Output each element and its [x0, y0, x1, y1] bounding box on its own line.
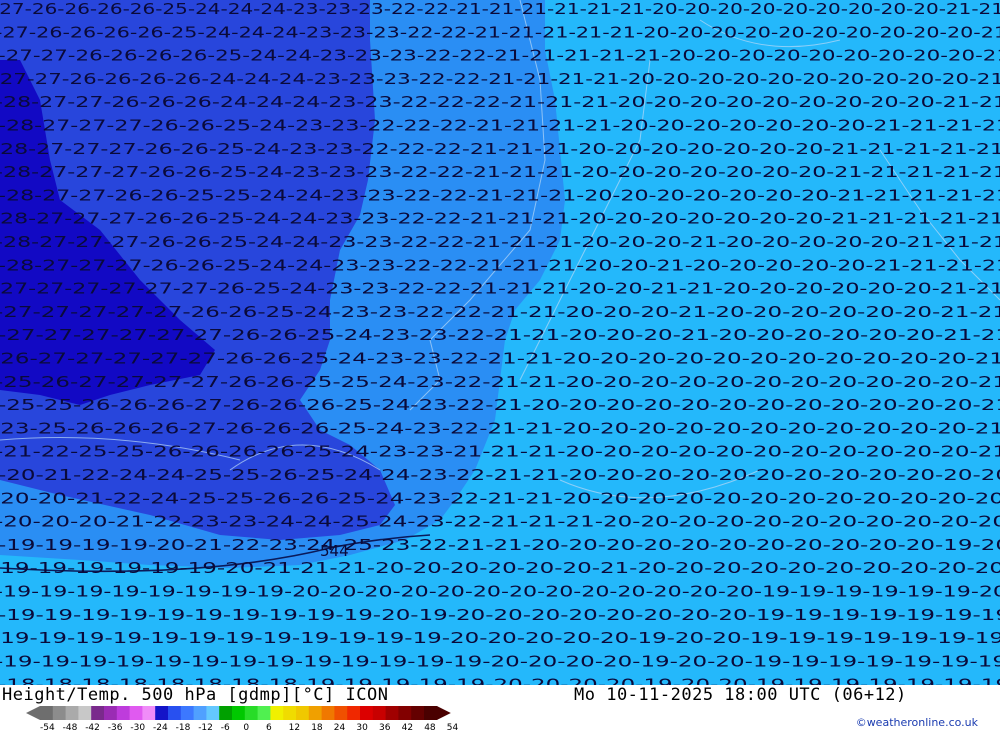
legend-swatch — [193, 706, 207, 720]
legend-tick-label: 18 — [311, 723, 323, 733]
temperature-label-row: -28-27-27-27-26-26-25-24-24-23-23-22-22-… — [0, 233, 1000, 251]
legend-swatch — [308, 706, 323, 720]
temperature-label-row: -27-27-27-27-27-27-26-25-24-23-23-22-22-… — [0, 280, 1000, 298]
legend-tick-label: 48 — [424, 723, 436, 733]
legend-swatch — [244, 706, 259, 720]
temperature-label-row: -28-27-27-27-26-26-25-24-23-23-22-22-22-… — [0, 117, 1000, 135]
legend-tick-label: -30 — [130, 723, 146, 733]
temperature-label-row: -19-19-19-19-19-19-20-21-21-21-20-20-20-… — [0, 559, 1000, 577]
temperature-label-row: -20-21-22-24-24-25-25-26-25-24-24-23-22-… — [0, 466, 1000, 484]
temperature-label-row: -19-19-19-19-19-19-19-19-20-20-20-20-20-… — [0, 583, 1000, 601]
color-legend — [26, 706, 451, 720]
temperature-label-row: -25-25-26-26-26-27-26-26-26-25-24-23-22-… — [0, 396, 1000, 414]
map-timestamp: Mo 10-11-2025 18:00 UTC (06+12) — [574, 685, 907, 705]
temperature-labels: -27-26-26-26-26-25-24-24-24-23-23-23-22-… — [0, 0, 1000, 685]
temperature-label-row: -20-20-21-22-24-25-25-26-26-25-24-23-22-… — [0, 489, 1000, 507]
temperature-label-row: -19-19-19-19-19-19-19-19-19-19-19-19-20-… — [0, 629, 1000, 647]
temperature-label-row: -27-26-26-26-26-25-24-24-24-23-23-23-22-… — [0, 0, 1000, 18]
legend-swatch — [78, 706, 92, 720]
legend-tick-label: -24 — [153, 723, 168, 733]
map-title: Height/Temp. 500 hPa [gdmp][°C] ICON — [2, 685, 389, 705]
temperature-label-row: -20-20-20-21-22-23-23-24-24-25-24-23-22-… — [0, 513, 1000, 531]
temperature-label-row: -27-27-27-27-27-27-26-26-25-24-23-23-22-… — [0, 326, 1000, 344]
temperature-label-row: -28-27-27-26-26-25-25-24-24-23-23-22-22-… — [0, 186, 1000, 204]
temperature-label-row: -19-19-19-19-20-21-22-23-24-25-23-22-21-… — [0, 536, 1000, 554]
legend-swatch — [232, 706, 246, 720]
legend-tick-label: -48 — [62, 723, 78, 733]
legend-swatch — [296, 706, 310, 720]
legend-swatch — [347, 706, 361, 720]
legend-swatch — [398, 706, 412, 720]
legend-swatch — [334, 706, 348, 720]
legend-swatch — [168, 706, 182, 720]
legend-tick-label: -42 — [85, 723, 100, 733]
legend-tick-label: 0 — [243, 723, 250, 733]
legend-swatch — [424, 706, 438, 720]
legend-tick-label: -18 — [175, 723, 191, 733]
temperature-label-row: -28-27-27-27-26-26-25-24-23-23-23-22-22-… — [0, 163, 1000, 181]
legend-swatch — [180, 706, 195, 720]
legend-swatch — [104, 706, 118, 720]
temperature-label-row: -27-27-27-27-27-26-26-25-24-23-23-22-22-… — [0, 303, 1000, 321]
legend-swatch — [155, 706, 169, 720]
legend-swatch — [257, 706, 271, 720]
legend-swatch — [91, 706, 105, 720]
legend-tick-label: 30 — [356, 723, 368, 733]
legend-swatch — [116, 706, 131, 720]
temperature-label-row: -23-25-26-26-26-27-26-26-26-25-24-23-22-… — [0, 419, 1000, 437]
legend-swatch — [270, 706, 284, 720]
legend-swatch — [52, 706, 67, 720]
temperature-label-row: -27-26-26-26-26-25-24-24-24-23-23-23-22-… — [0, 23, 1000, 41]
legend-tick-label: 12 — [288, 723, 301, 733]
temperature-label-row: -27-27-26-26-26-26-24-24-24-23-23-23-22-… — [0, 70, 1000, 88]
temperature-label-row: -19-19-19-19-19-19-19-19-19-19-19-19-19-… — [0, 652, 1000, 670]
credit-link[interactable]: ©weatheronline.co.uk — [856, 716, 978, 729]
legend-swatch — [321, 706, 335, 720]
legend-tick-label: 54 — [446, 723, 459, 733]
legend-swatch — [411, 706, 425, 720]
legend-tick-label: 6 — [266, 723, 272, 733]
temperature-label-row: -26-27-27-27-27-27-26-26-25-24-23-23-22-… — [0, 350, 1000, 368]
temperature-label-row: -28-27-27-27-26-26-25-24-24-23-23-22-22-… — [0, 210, 1000, 228]
temperature-label-row: -19-19-19-19-19-19-19-19-19-19-20-19-20-… — [0, 606, 1000, 624]
legend-swatch — [372, 706, 387, 720]
legend-swatch — [206, 706, 220, 720]
legend-tick-label: -36 — [107, 723, 123, 733]
temperature-label-row: -27-27-26-26-26-26-25-24-24-23-23-23-22-… — [0, 47, 1000, 65]
legend-swatch — [360, 706, 374, 720]
legend-tick-label: -6 — [220, 723, 230, 733]
legend-arrow-right — [436, 706, 451, 720]
temperature-label-row: -18-18-18-18-18-18-18-18-19-19-19-19-19-… — [0, 676, 1000, 685]
legend-swatch — [40, 706, 54, 720]
legend-swatch — [129, 706, 143, 720]
legend-tick-label: 24 — [333, 723, 346, 733]
legend-tick-label: -12 — [198, 723, 213, 733]
legend-swatch — [65, 706, 79, 720]
temperature-label-row: -28-27-27-27-26-26-25-24-23-23-22-22-22-… — [0, 140, 1000, 158]
legend-swatch — [283, 706, 297, 720]
legend-tick-label: 36 — [379, 723, 391, 733]
legend-swatch — [385, 706, 399, 720]
legend-tick-label: -54 — [40, 723, 55, 733]
weather-map: 544 -27-26-26-26-26-25-24-24-24-23-23-23… — [0, 0, 1000, 685]
legend-tick-label: 42 — [401, 723, 414, 733]
legend-swatch — [142, 706, 156, 720]
legend-arrow-left — [26, 706, 40, 720]
temperature-label-row: -28-27-27-27-26-26-25-24-24-23-23-22-22-… — [0, 256, 1000, 274]
legend-swatch — [219, 706, 233, 720]
temperature-label-row: -21-22-25-25-26-26-26-26-25-24-23-23-21-… — [0, 443, 1000, 461]
temperature-field: 544 -27-26-26-26-26-25-24-24-24-23-23-23… — [0, 0, 1000, 685]
temperature-label-row: -28-27-27-26-26-26-24-24-24-23-23-22-22-… — [0, 93, 1000, 111]
temperature-label-row: -25-26-27-27-27-27-26-26-25-25-24-23-22-… — [0, 373, 1000, 391]
map-footer: Height/Temp. 500 hPa [gdmp][°C] ICON Mo … — [0, 685, 1000, 733]
